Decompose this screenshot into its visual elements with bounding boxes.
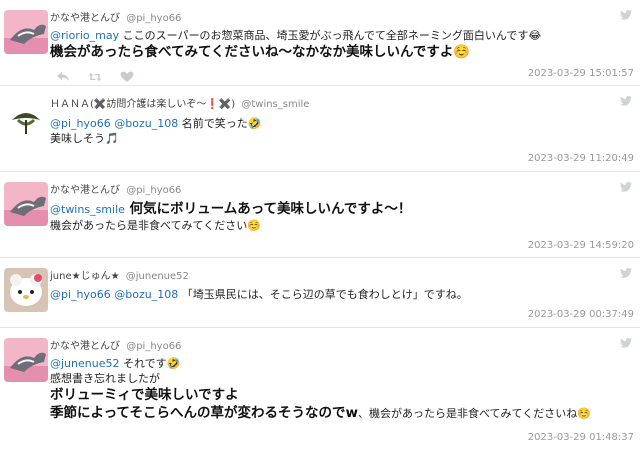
user-name[interactable]: かなや港とんび [50, 341, 120, 352]
user-handle[interactable]: @pi_hyo66 [126, 13, 181, 24]
avatar[interactable] [4, 182, 48, 226]
tweet-line: ここのスーパーのお惣菜商品、埼玉愛がぶっ飛んでて全部ネーミング面白いんです😂 [119, 29, 542, 42]
tweet-line: 何気にボリュームあって美味しいんですよ〜！ [124, 201, 412, 217]
tweet-item: かなや港とんび @pi_hyo66 @twins_smile 何気にボリュームあ… [0, 172, 640, 258]
reply-icon[interactable] [56, 68, 70, 81]
twitter-bird-icon [620, 338, 632, 348]
tweet-header: かなや港とんび @pi_hyo66 [50, 181, 181, 196]
user-handle[interactable]: @pi_hyo66 [126, 341, 181, 352]
tweet-line: ボリューミィで美味しいですよ [50, 387, 239, 403]
user-handle[interactable]: @pi_hyo66 [126, 185, 181, 196]
tweet-actions [56, 68, 134, 82]
user-name[interactable]: かなや港とんび [50, 13, 120, 24]
twitter-bird-icon [620, 10, 632, 20]
timestamp[interactable]: 2023-03-29 14:59:20 [528, 240, 634, 251]
mention-link[interactable]: @twins_smile [50, 203, 125, 216]
twitter-bird-icon [620, 96, 632, 106]
tweet-line: 名前で笑った🤣 [178, 117, 262, 130]
tweet-header: ＨＡＮＡ(✖️訪問介護は楽しいぞ〜❗️✖️) @twins_smile [50, 95, 309, 110]
mention-link[interactable]: @pi_hyo66 @bozu_108 [50, 117, 178, 130]
mention-link[interactable]: @riorio_may [50, 29, 119, 42]
timestamp[interactable]: 2023-03-29 11:20:49 [528, 153, 634, 164]
avatar[interactable] [4, 338, 48, 382]
mention-link[interactable]: @pi_hyo66 @bozu_108 [50, 288, 178, 301]
tweet-feed: かなや港とんび @pi_hyo66 @riorio_may ここのスーパーのお惣… [0, 0, 640, 454]
tweet-text: @pi_hyo66 @bozu_108 名前で笑った🤣 美味しそう🎵 [50, 116, 261, 146]
tweet-line: 機会があったら食べてみてくださいね〜なかなか美味しいんですよ☺️ [50, 44, 471, 60]
tweet-line: 季節によってそこらへんの草が変わるそうなのでw [50, 405, 358, 421]
timestamp[interactable]: 2023-03-29 00:37:49 [528, 309, 634, 320]
retweet-icon[interactable] [88, 68, 102, 81]
tweet-line: 感想書き忘れましたが [50, 372, 160, 385]
tweet-item: june★じゅん★ @junenue52 @pi_hyo66 @bozu_108… [0, 258, 640, 328]
avatar[interactable] [4, 10, 48, 54]
tweet-header: june★じゅん★ @junenue52 [50, 267, 189, 282]
twitter-bird-icon [620, 268, 632, 278]
tweet-header: かなや港とんび @pi_hyo66 [50, 337, 181, 352]
tweet-line: 機会があったら是非食べてみてください☺️ [50, 219, 261, 232]
avatar[interactable] [4, 268, 48, 312]
tweet-text: @junenue52 それです🤣 感想書き忘れましたが ボリューミィで美味しいで… [50, 356, 591, 422]
avatar[interactable] [4, 98, 48, 142]
mention-link[interactable]: @junenue52 [50, 357, 119, 370]
timestamp[interactable]: 2023-03-29 01:48:37 [528, 432, 634, 443]
tweet-line-tail: 、機会があったら是非食べてみてくださいね☺️ [358, 407, 591, 420]
tweet-text: @riorio_may ここのスーパーのお惣菜商品、埼玉愛がぶっ飛んでて全部ネー… [50, 28, 541, 61]
tweet-text: @twins_smile 何気にボリュームあって美味しいんですよ〜！ 機会があっ… [50, 200, 411, 233]
user-name[interactable]: かなや港とんび [50, 185, 120, 196]
tweet-item: かなや港とんび @pi_hyo66 @junenue52 それです🤣 感想書き忘… [0, 328, 640, 454]
tweet-line: 「埼玉県民には、そこら辺の草でも食わしとけ」ですね。 [178, 288, 468, 301]
user-handle[interactable]: @junenue52 [126, 271, 189, 282]
user-handle[interactable]: @twins_smile [241, 99, 309, 110]
timestamp[interactable]: 2023-03-29 15:01:57 [528, 68, 634, 79]
tweet-text: @pi_hyo66 @bozu_108 「埼玉県民には、そこら辺の草でも食わしと… [50, 287, 468, 302]
like-icon[interactable] [120, 68, 134, 82]
user-name[interactable]: june★じゅん★ [50, 271, 120, 282]
user-name[interactable]: ＨＡＮＡ(✖️訪問介護は楽しいぞ〜❗️✖️) [50, 99, 235, 110]
twitter-bird-icon [620, 182, 632, 192]
tweet-item: かなや港とんび @pi_hyo66 @riorio_may ここのスーパーのお惣… [0, 0, 640, 86]
tweet-line: それです🤣 [119, 357, 181, 370]
tweet-header: かなや港とんび @pi_hyo66 [50, 9, 181, 24]
tweet-line: 美味しそう🎵 [50, 132, 119, 145]
tweet-item: ＨＡＮＡ(✖️訪問介護は楽しいぞ〜❗️✖️) @twins_smile @pi_… [0, 86, 640, 172]
